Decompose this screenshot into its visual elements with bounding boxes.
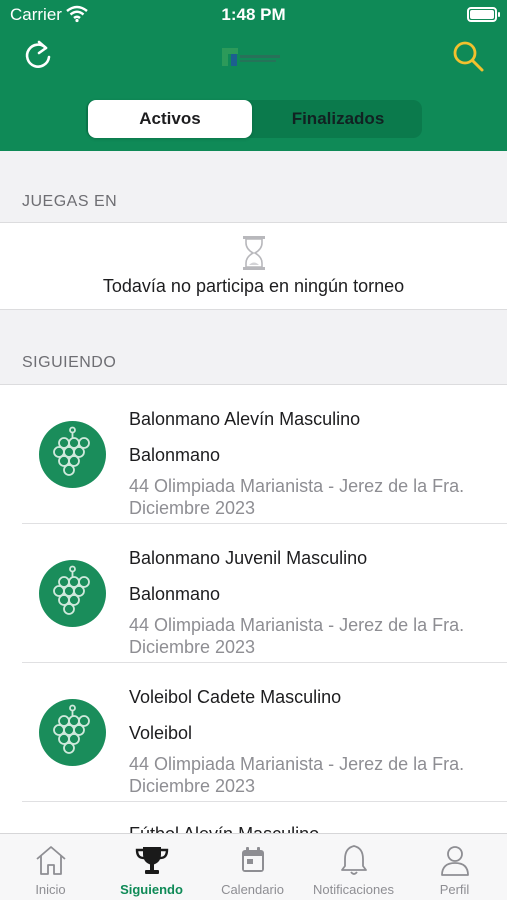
item-title: Balonmano Juvenil Masculino: [129, 548, 368, 568]
app-header: Carrier 1:48 PM Activos Finalizados: [0, 0, 507, 151]
section-header-playing: JUEGAS EN: [22, 193, 118, 210]
tab-label: Inicio: [35, 882, 66, 897]
tab-label: Calendario: [221, 882, 284, 897]
grape-emblem-icon: [53, 704, 90, 754]
item-tournament: 44 Olimpiada Marianista - Jerez de la Fr…: [129, 615, 465, 657]
list-item[interactable]: Voleibol Cadete Masculino Voleibol 44 Ol…: [0, 663, 507, 802]
grape-emblem-icon: [53, 426, 90, 476]
tab-calendario[interactable]: Calendario: [202, 834, 303, 900]
status-bar: Carrier 1:48 PM: [0, 0, 507, 30]
hourglass-icon: [243, 236, 265, 270]
tournament-logo: [39, 560, 106, 627]
item-sport: Balonmano: [129, 584, 221, 604]
item-tournament: 44 Olimpiada Marianista - Jerez de la Fr…: [129, 754, 465, 796]
list-item[interactable]: Balonmano Alevín Masculino Balonmano 44 …: [0, 385, 507, 524]
tab-bar: Inicio Siguiendo Calendario Notificacion…: [0, 833, 507, 900]
tab-inicio[interactable]: Inicio: [0, 834, 101, 900]
grape-emblem-icon: [53, 565, 90, 615]
item-tournament: 44 Olimpiada Marianista - Jerez de la Fr…: [129, 476, 465, 518]
tab-finalizados[interactable]: Finalizados: [256, 100, 420, 138]
tab-label: Notificaciones: [313, 882, 394, 897]
tab-notificaciones[interactable]: Notificaciones: [303, 834, 404, 900]
tab-perfil[interactable]: Perfil: [404, 834, 505, 900]
item-sport: Balonmano: [129, 445, 221, 465]
battery-icon: [467, 7, 500, 22]
following-list: Balonmano Alevín Masculino Balonmano 44 …: [0, 384, 507, 834]
section-header-following: SIGUIENDO: [22, 354, 117, 371]
home-icon: [36, 846, 66, 875]
empty-state-message: Todavía no participa en ningún torneo: [102, 276, 405, 296]
refresh-icon[interactable]: [20, 38, 56, 74]
tab-label: Perfil: [439, 882, 470, 897]
item-title: Balonmano Alevín Masculino: [129, 409, 361, 429]
item-title: Voleibol Cadete Masculino: [129, 687, 342, 707]
tab-label: Siguiendo: [120, 882, 183, 897]
trophy-icon: [135, 847, 169, 874]
item-sport: Voleibol: [129, 723, 193, 743]
clock: 1:48 PM: [221, 5, 286, 24]
tournament-logo: [39, 421, 106, 488]
list-item[interactable]: Fútbol Alevín Masculino: [0, 802, 507, 834]
list-item[interactable]: Balonmano Juvenil Masculino Balonmano 44…: [0, 524, 507, 663]
calendar-icon: [242, 847, 264, 872]
tab-activos[interactable]: Activos: [88, 100, 252, 138]
bell-icon: [341, 845, 367, 875]
empty-state-card: Todavía no participa en ningún torneo: [0, 222, 507, 310]
status-segmented-control: Activos Finalizados: [86, 100, 422, 138]
app-logo: [222, 48, 280, 66]
user-icon: [441, 846, 469, 876]
tab-siguiendo[interactable]: Siguiendo: [101, 834, 202, 900]
tournament-logo: [39, 699, 106, 766]
search-icon[interactable]: [450, 38, 486, 74]
